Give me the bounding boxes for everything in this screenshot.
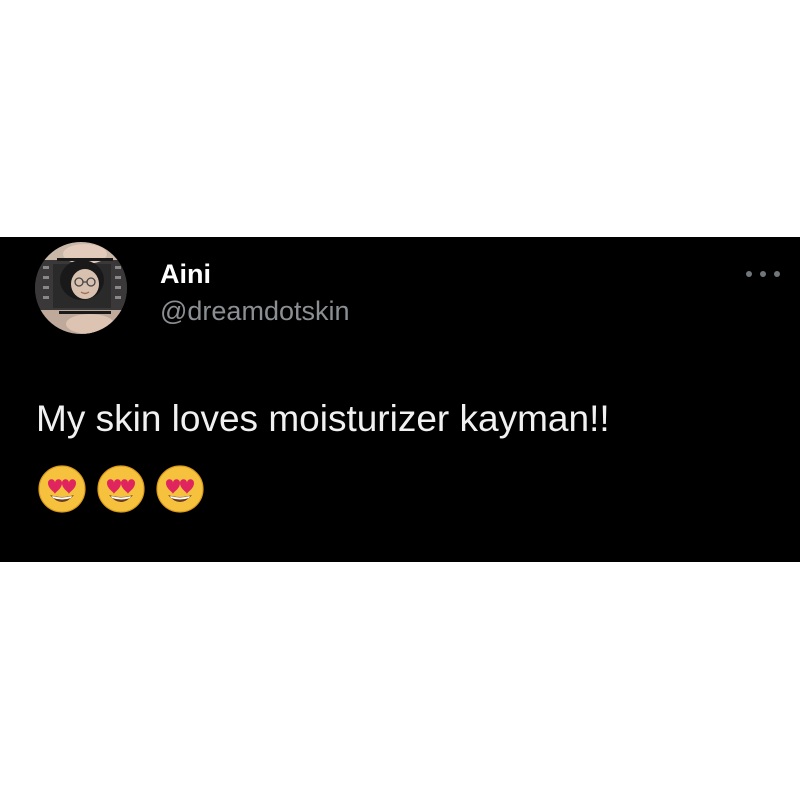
ellipsis-icon-dot	[760, 271, 766, 277]
profile-photo-icon	[35, 242, 127, 334]
heart-eyes-emoji-icon	[97, 465, 145, 513]
display-name[interactable]: Aini	[160, 261, 211, 288]
ellipsis-icon-dot	[746, 271, 752, 277]
screenshot-canvas: Aini @dreamdotskin My skin loves moistur…	[0, 0, 800, 800]
heart-eyes-emoji-icon	[38, 465, 86, 513]
user-handle[interactable]: @dreamdotskin	[160, 298, 350, 325]
more-options-button[interactable]	[746, 267, 780, 281]
emoji-row	[38, 465, 204, 513]
ellipsis-icon-dot	[774, 271, 780, 277]
avatar[interactable]	[35, 242, 127, 334]
tweet-card[interactable]: Aini @dreamdotskin My skin loves moistur…	[0, 237, 800, 562]
heart-eyes-emoji-icon	[156, 465, 204, 513]
tweet-text: My skin loves moisturizer kayman!!	[36, 398, 610, 439]
